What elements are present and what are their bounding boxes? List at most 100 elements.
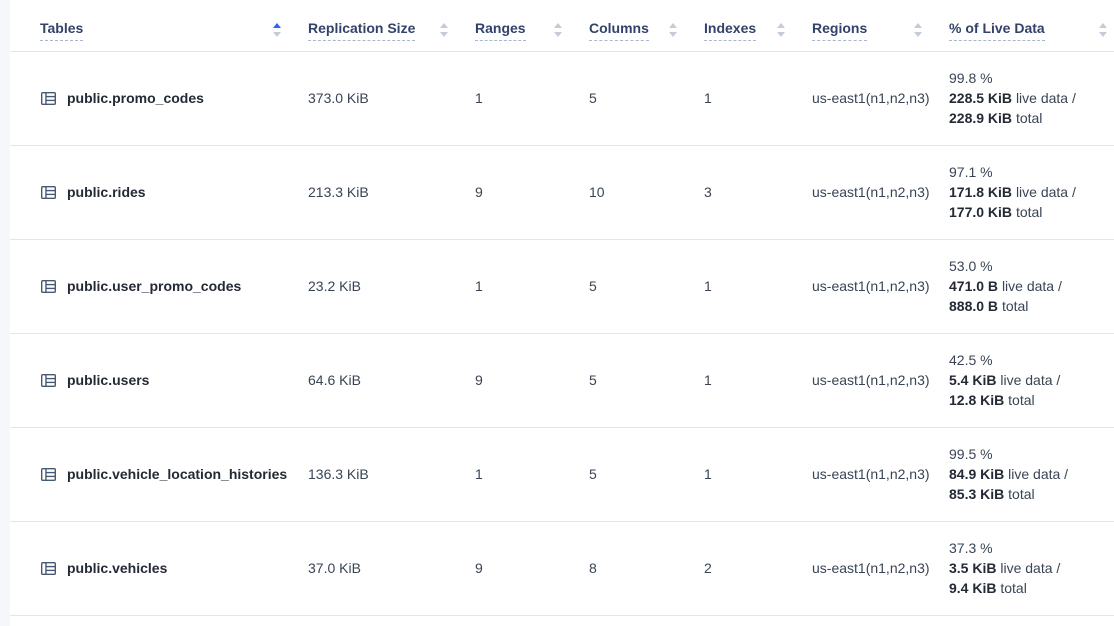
table-icon	[40, 90, 57, 107]
ranges-cell: 1	[475, 51, 589, 145]
live-size: 171.8 KiB	[949, 184, 1012, 200]
table-row[interactable]: public.promo_codes 373.0 KiB 1 5 1 us-ea…	[10, 51, 1114, 145]
column-header-label[interactable]: Columns	[589, 20, 649, 41]
total-size: 12.8 KiB	[949, 392, 1004, 408]
total-size: 888.0 B	[949, 298, 998, 314]
replication-size-cell: 373.0 KiB	[308, 51, 475, 145]
indexes-cell: 1	[704, 333, 812, 427]
table-row[interactable]: public.vehicles 37.0 KiB 9 8 2 us-east1(…	[10, 521, 1114, 615]
sort-icon[interactable]	[439, 22, 449, 38]
replication-size-cell: 64.6 KiB	[308, 333, 475, 427]
sort-icon[interactable]	[553, 22, 563, 38]
live-size: 84.9 KiB	[949, 466, 1004, 482]
live-suffix: live data /	[1016, 184, 1076, 200]
indexes-cell: 2	[704, 521, 812, 615]
regions-cell: us-east1(n1,n2,n3)	[812, 239, 949, 333]
indexes-cell: 1	[704, 239, 812, 333]
live-suffix: live data /	[1000, 372, 1060, 388]
live-data-cell: 99.5 % 84.9 KiB live data / 85.3 KiB tot…	[949, 427, 1114, 521]
table-name-link[interactable]: public.vehicles	[67, 560, 167, 576]
column-header-columns[interactable]: Columns	[589, 0, 704, 51]
columns-cell: 5	[589, 239, 704, 333]
column-header-label[interactable]: Ranges	[475, 20, 526, 41]
ranges-cell: 9	[475, 521, 589, 615]
column-header-label[interactable]: Replication Size	[308, 20, 415, 41]
column-header-label[interactable]: Indexes	[704, 20, 756, 41]
live-size: 3.5 KiB	[949, 560, 996, 576]
live-size: 5.4 KiB	[949, 372, 996, 388]
regions-cell: us-east1(n1,n2,n3)	[812, 145, 949, 239]
total-size: 228.9 KiB	[949, 110, 1012, 126]
database-tables-page: Tables Replication Size Ranges	[0, 0, 1114, 626]
columns-cell: 5	[589, 333, 704, 427]
columns-cell: 5	[589, 51, 704, 145]
sort-icon[interactable]	[913, 22, 923, 38]
table-name-link[interactable]: public.vehicle_location_histories	[67, 466, 287, 482]
regions-cell: us-east1(n1,n2,n3)	[812, 427, 949, 521]
column-header-tables[interactable]: Tables	[10, 0, 308, 51]
regions-cell: us-east1(n1,n2,n3)	[812, 333, 949, 427]
live-data-cell: 42.5 % 5.4 KiB live data / 12.8 KiB tota…	[949, 333, 1114, 427]
replication-size-cell: 23.2 KiB	[308, 239, 475, 333]
sort-icon[interactable]	[776, 22, 786, 38]
table-icon	[40, 278, 57, 295]
live-percent: 42.5 %	[949, 350, 1104, 370]
table-row[interactable]: public.user_promo_codes 23.2 KiB 1 5 1 u…	[10, 239, 1114, 333]
regions-cell: us-east1(n1,n2,n3)	[812, 51, 949, 145]
total-size: 177.0 KiB	[949, 204, 1012, 220]
total-suffix: total	[1000, 580, 1026, 596]
indexes-cell: 1	[704, 427, 812, 521]
live-suffix: live data /	[1008, 466, 1068, 482]
table-icon	[40, 372, 57, 389]
table-row[interactable]: public.users 64.6 KiB 9 5 1 us-east1(n1,…	[10, 333, 1114, 427]
ranges-cell: 9	[475, 145, 589, 239]
total-size: 9.4 KiB	[949, 580, 996, 596]
table-name-link[interactable]: public.rides	[67, 184, 146, 200]
sort-icon[interactable]	[1098, 22, 1108, 38]
columns-cell: 5	[589, 427, 704, 521]
table-row[interactable]: public.rides 213.3 KiB 9 10 3 us-east1(n…	[10, 145, 1114, 239]
column-header-regions[interactable]: Regions	[812, 0, 949, 51]
total-suffix: total	[1002, 298, 1028, 314]
column-header-label[interactable]: Regions	[812, 20, 867, 41]
live-size: 228.5 KiB	[949, 90, 1012, 106]
total-suffix: total	[1016, 110, 1042, 126]
live-suffix: live data /	[1002, 278, 1062, 294]
live-data-cell: 53.0 % 471.0 B live data / 888.0 B total	[949, 239, 1114, 333]
live-suffix: live data /	[1000, 560, 1060, 576]
regions-cell: us-east1(n1,n2,n3)	[812, 521, 949, 615]
column-header-label[interactable]: % of Live Data	[949, 20, 1045, 41]
table-name-link[interactable]: public.users	[67, 372, 149, 388]
sort-icon[interactable]	[668, 22, 678, 38]
live-percent: 37.3 %	[949, 538, 1104, 558]
total-suffix: total	[1008, 392, 1034, 408]
live-percent: 53.0 %	[949, 256, 1104, 276]
column-header-live-data[interactable]: % of Live Data	[949, 0, 1114, 51]
sort-icon[interactable]	[272, 22, 282, 38]
ranges-cell: 1	[475, 239, 589, 333]
table-name-link[interactable]: public.promo_codes	[67, 90, 204, 106]
tables-list-container: Tables Replication Size Ranges	[10, 0, 1114, 616]
total-suffix: total	[1008, 486, 1034, 502]
table-icon	[40, 466, 57, 483]
table-row[interactable]: public.vehicle_location_histories 136.3 …	[10, 427, 1114, 521]
column-header-indexes[interactable]: Indexes	[704, 0, 812, 51]
column-header-ranges[interactable]: Ranges	[475, 0, 589, 51]
tables-list: Tables Replication Size Ranges	[10, 0, 1114, 616]
ranges-cell: 1	[475, 427, 589, 521]
table-name-link[interactable]: public.user_promo_codes	[67, 278, 241, 294]
indexes-cell: 3	[704, 145, 812, 239]
columns-cell: 8	[589, 521, 704, 615]
live-suffix: live data /	[1016, 90, 1076, 106]
live-data-cell: 37.3 % 3.5 KiB live data / 9.4 KiB total	[949, 521, 1114, 615]
live-percent: 99.5 %	[949, 444, 1104, 464]
live-percent: 99.8 %	[949, 68, 1104, 88]
table-icon	[40, 184, 57, 201]
replication-size-cell: 213.3 KiB	[308, 145, 475, 239]
page-background-strip	[0, 0, 10, 626]
column-header-replication-size[interactable]: Replication Size	[308, 0, 475, 51]
total-size: 85.3 KiB	[949, 486, 1004, 502]
column-header-label[interactable]: Tables	[40, 20, 83, 41]
total-suffix: total	[1016, 204, 1042, 220]
columns-cell: 10	[589, 145, 704, 239]
